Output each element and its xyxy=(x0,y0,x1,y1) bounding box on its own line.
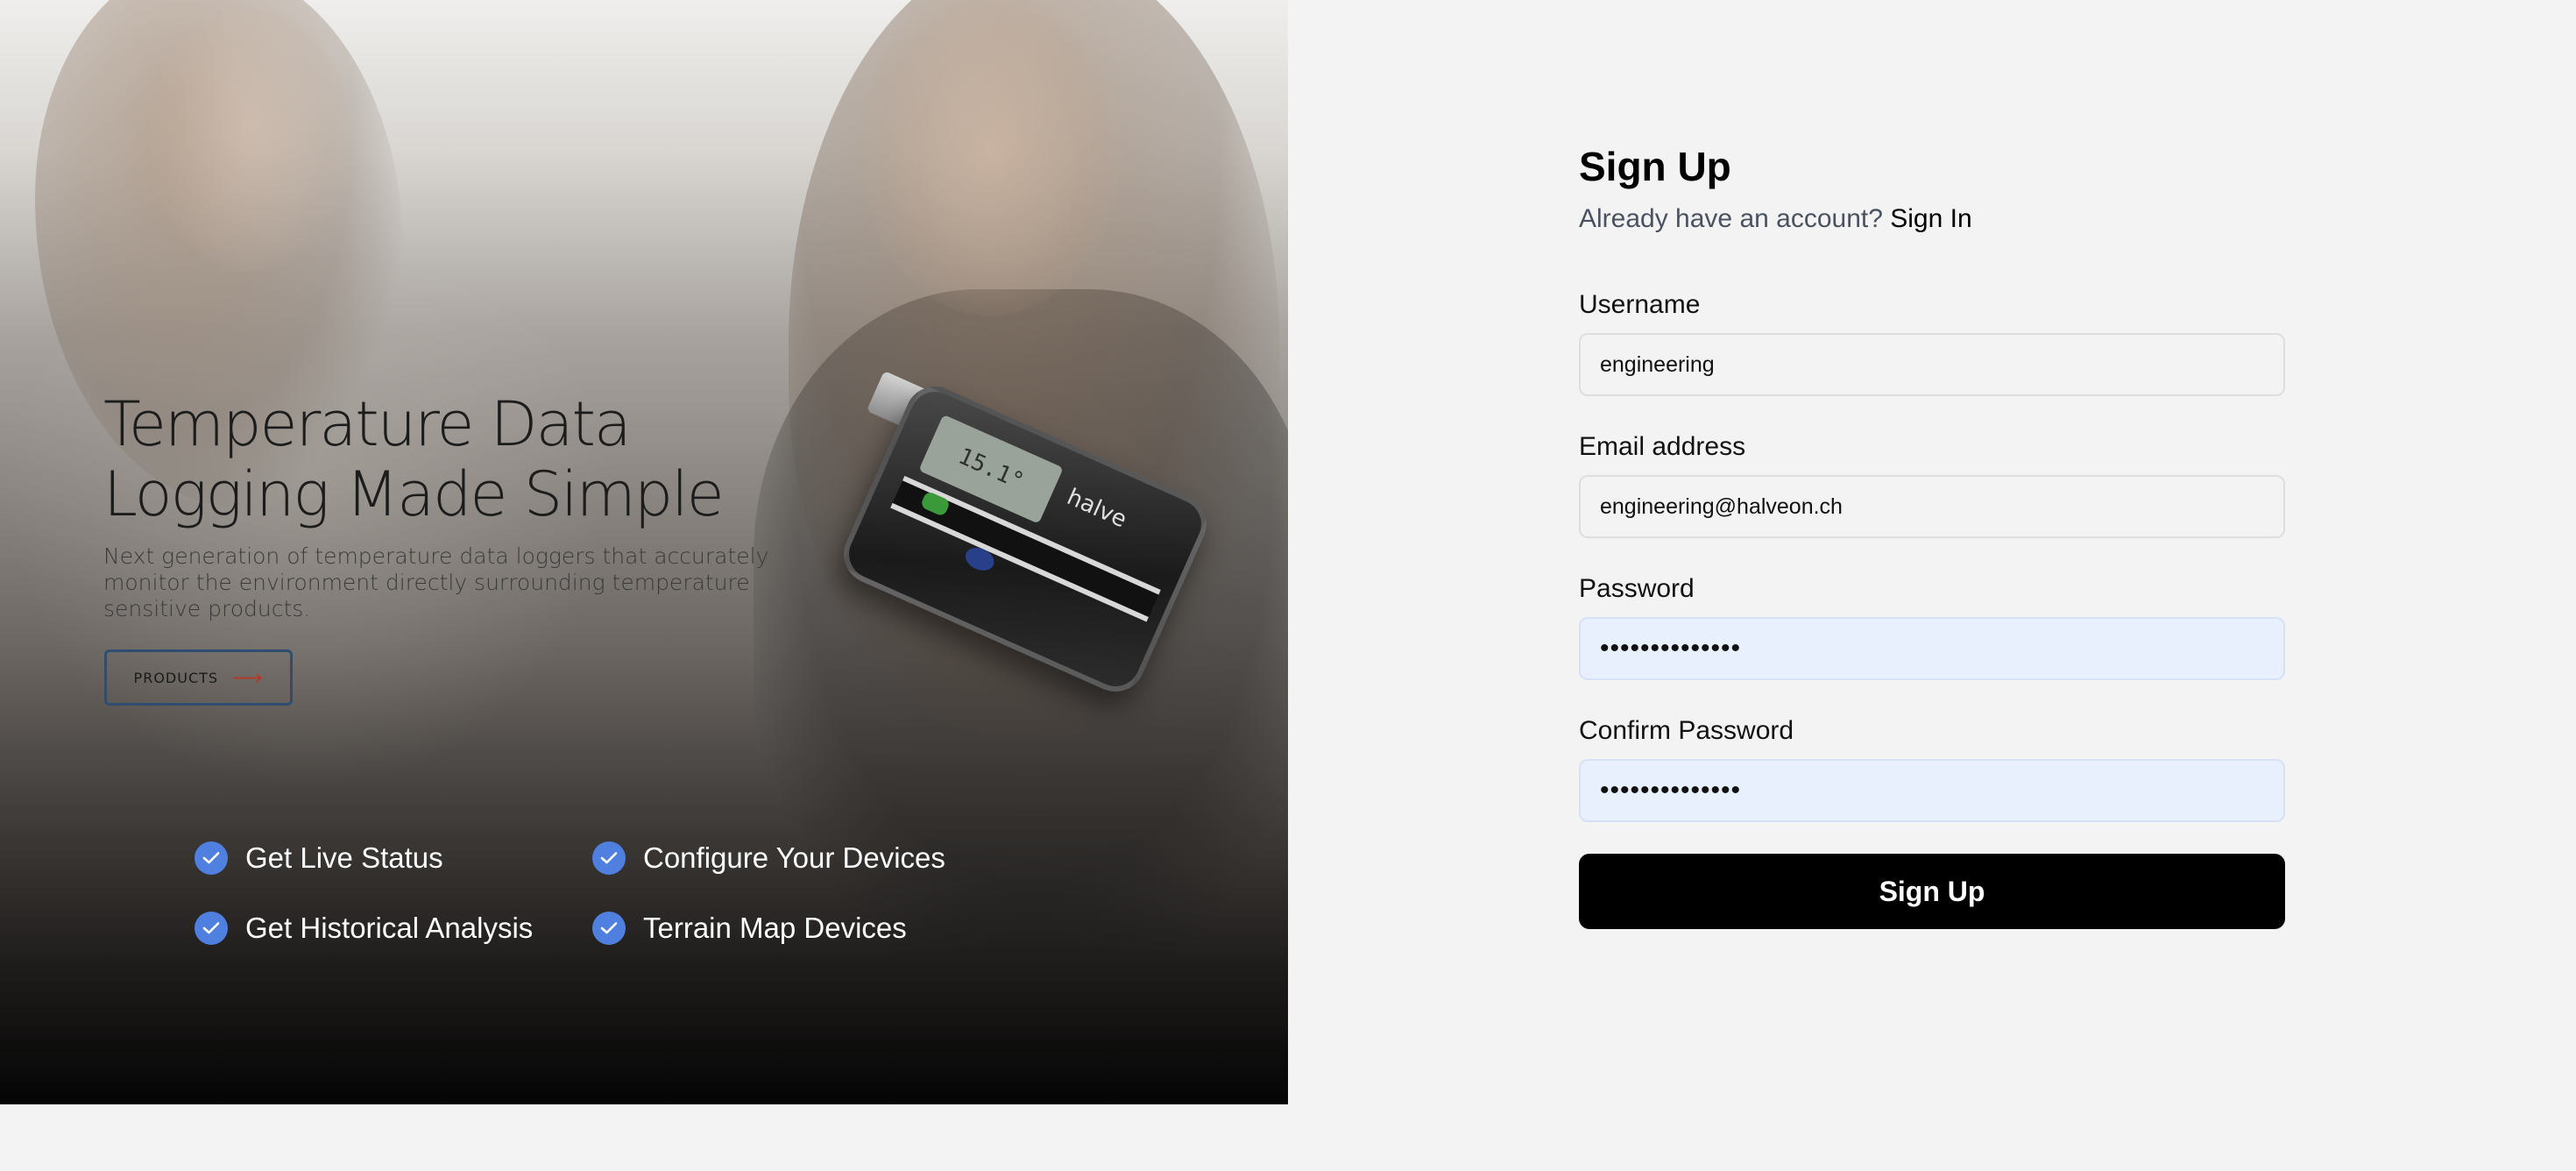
feature-item: Get Historical Analysis xyxy=(195,912,592,945)
username-field[interactable] xyxy=(1579,333,2285,396)
feature-item: Terrain Map Devices xyxy=(592,912,960,945)
email-field[interactable] xyxy=(1579,475,2285,538)
signin-link[interactable]: Sign In xyxy=(1890,204,1971,233)
feature-label: Terrain Map Devices xyxy=(643,912,907,944)
signup-button[interactable]: Sign Up xyxy=(1579,854,2285,929)
feature-label: Get Historical Analysis xyxy=(245,912,534,944)
signin-prompt-row: Already have an account? Sign In xyxy=(1579,203,2285,235)
feature-item: Configure Your Devices xyxy=(592,841,960,875)
products-button-label: PRODUCTS xyxy=(133,669,219,686)
feature-label: Get Live Status xyxy=(245,841,443,874)
feature-label: Configure Your Devices xyxy=(643,841,945,874)
hero-panel: Temperature Data Logging Made Simple Nex… xyxy=(0,0,1288,1104)
check-icon xyxy=(592,841,626,875)
form-title: Sign Up xyxy=(1579,144,1731,189)
password-field[interactable] xyxy=(1579,617,2285,680)
username-label: Username xyxy=(1579,290,1701,319)
feature-item: Get Live Status xyxy=(195,841,592,875)
hero-subtitle: Next generation of temperature data logg… xyxy=(103,543,769,621)
confirm-password-label: Confirm Password xyxy=(1579,716,1794,745)
confirm-password-field[interactable] xyxy=(1579,759,2285,822)
products-button[interactable]: PRODUCTS ⟶ xyxy=(104,649,293,706)
email-label: Email address xyxy=(1579,432,1746,461)
arrow-right-icon: ⟶ xyxy=(232,665,264,690)
check-icon xyxy=(195,912,228,945)
check-icon xyxy=(592,912,626,945)
hero-title: Temperature Data Logging Made Simple xyxy=(103,388,725,530)
photo-face-left xyxy=(149,9,350,272)
feature-list: Get Live Status Configure Your Devices G… xyxy=(195,841,960,945)
password-label: Password xyxy=(1579,574,1695,603)
check-icon xyxy=(195,841,228,875)
signin-prompt-text: Already have an account? xyxy=(1579,204,1883,233)
signup-form: Sign Up Already have an account? Sign In… xyxy=(1579,140,2285,929)
